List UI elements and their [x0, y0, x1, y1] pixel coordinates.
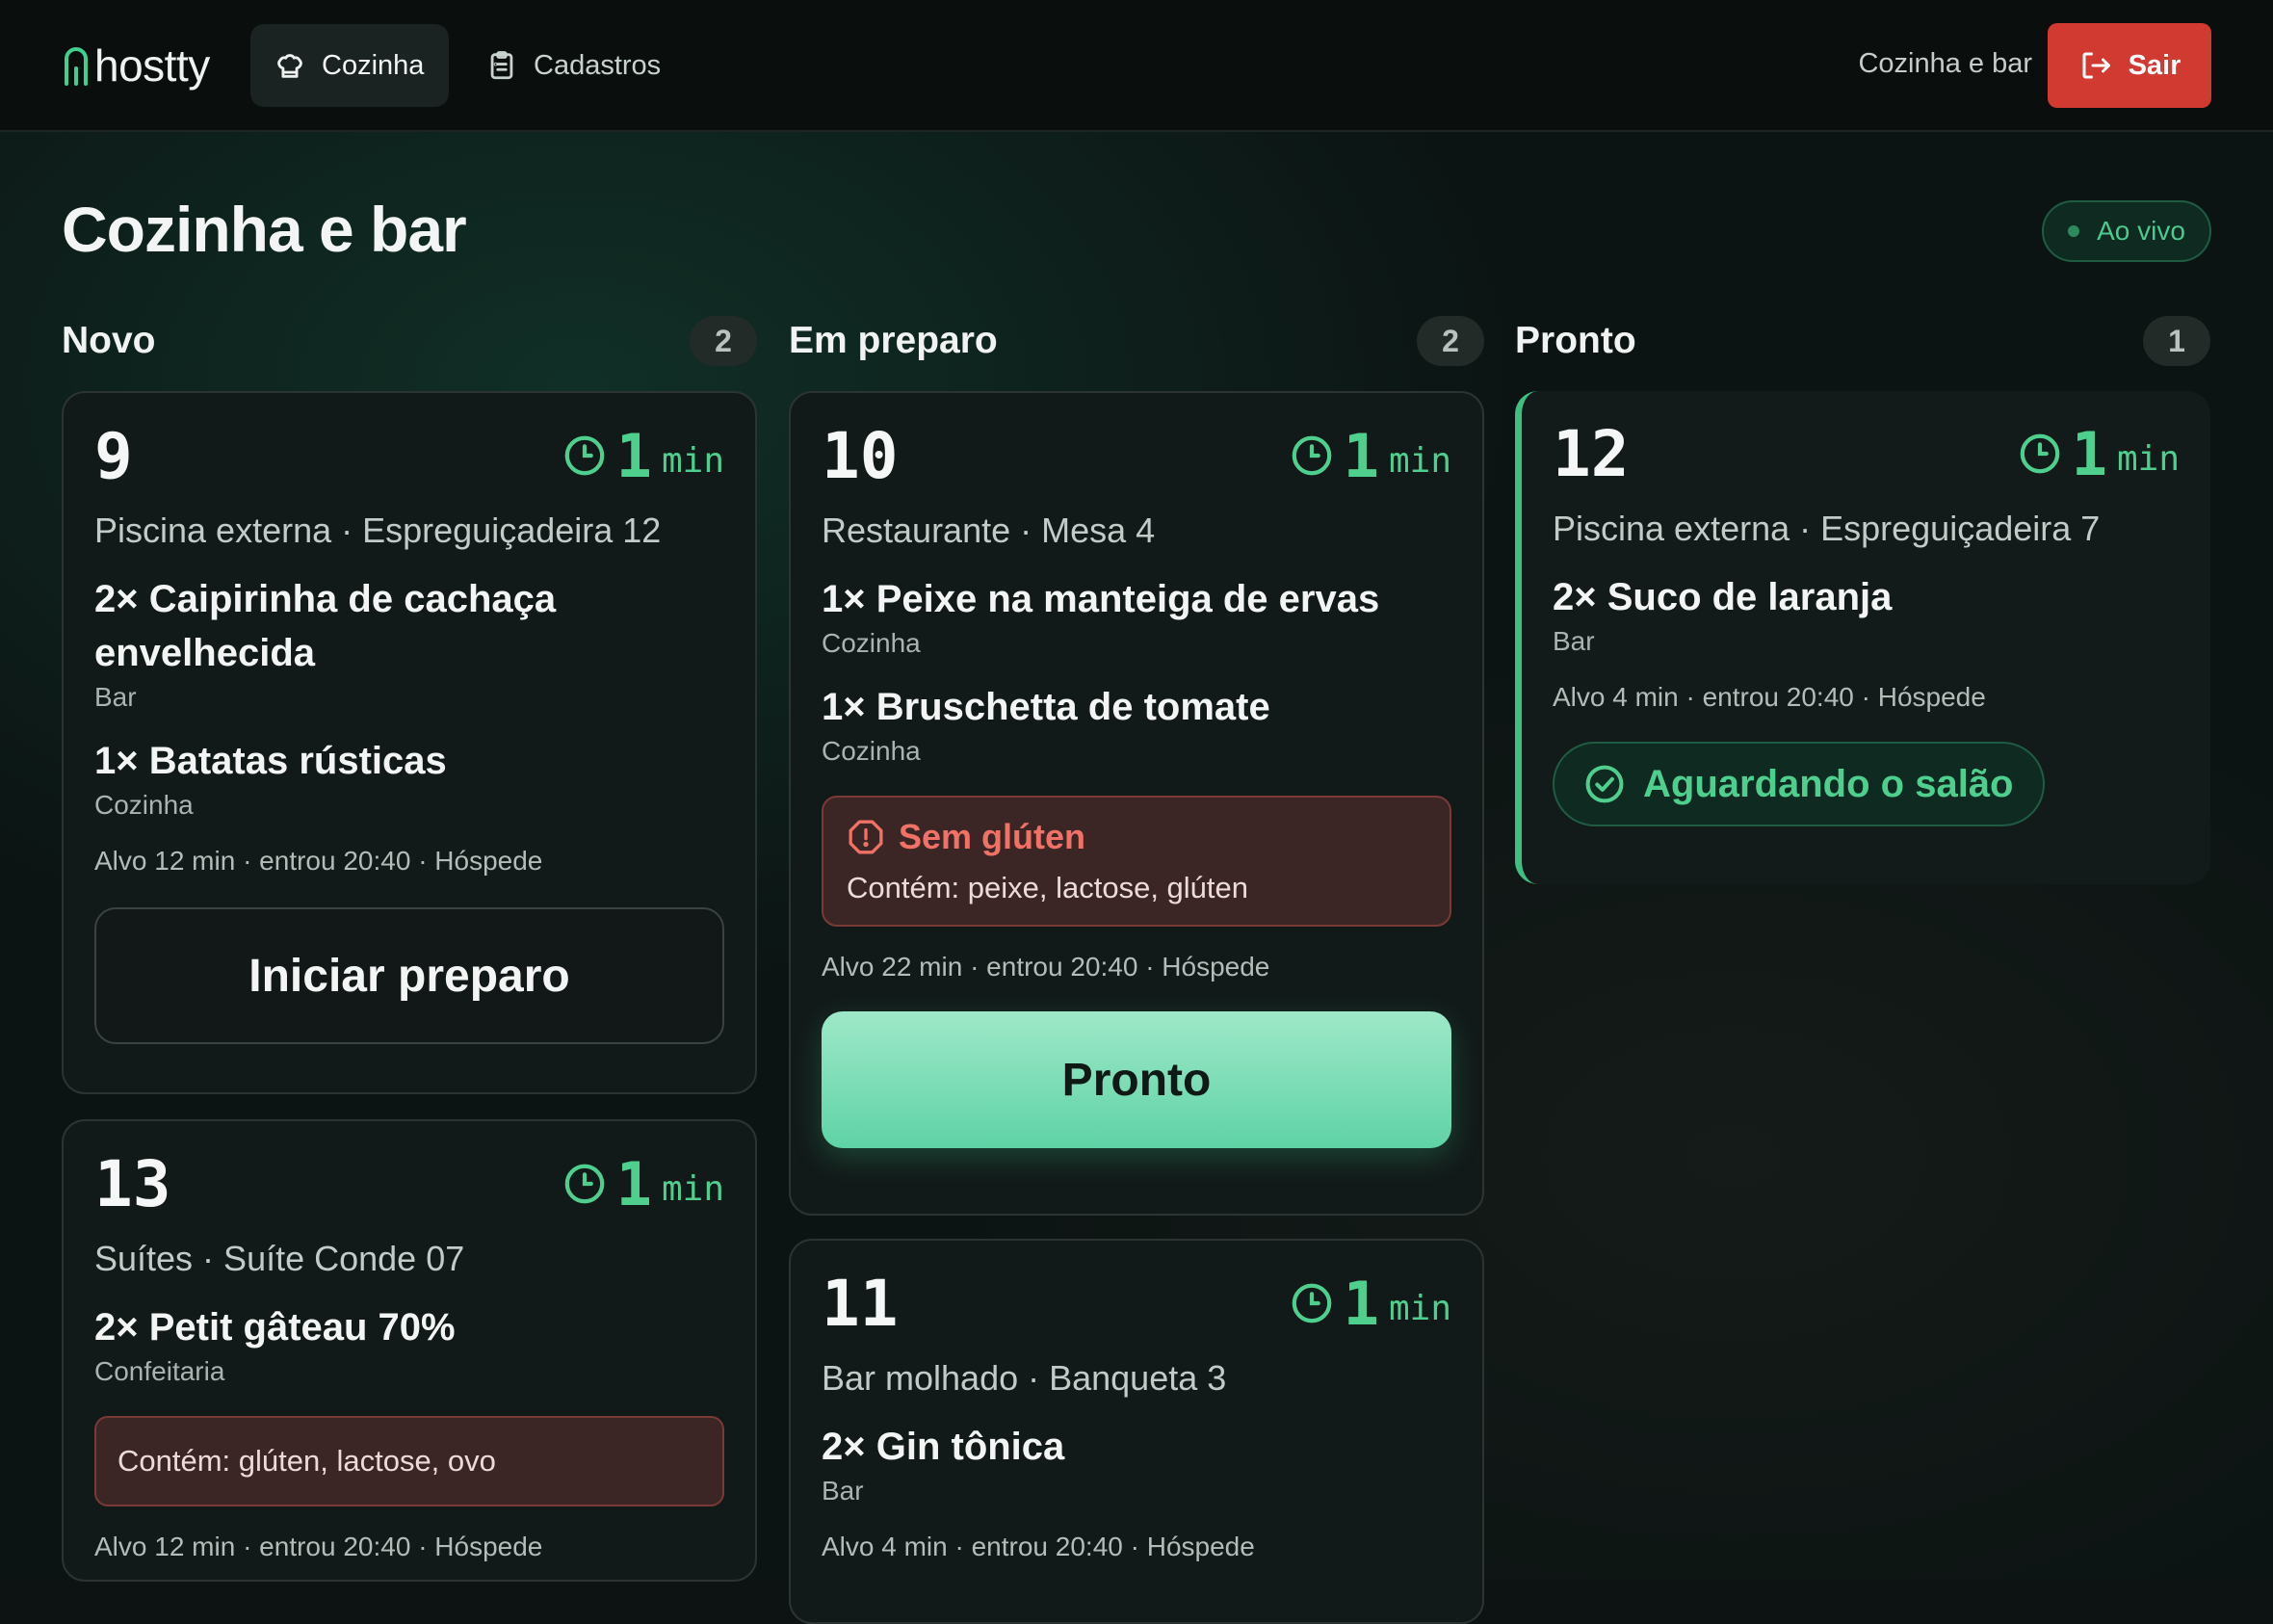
- clock-icon: [2020, 433, 2059, 474]
- exit-button[interactable]: Sair: [2048, 23, 2211, 108]
- timer-value: 1: [615, 420, 652, 491]
- allergy-alert: Sem glúten Contém: peixe, lactose, glúte…: [822, 796, 1451, 927]
- order-meta: Alvo 4 min · entrou 20:40 · Hóspede: [1553, 682, 1986, 712]
- order-number: 13: [94, 1146, 171, 1221]
- order-location: Piscina externa · Espreguiçadeira 7: [1553, 509, 2101, 548]
- clock-icon: [564, 1164, 604, 1204]
- column-header: Novo 2: [62, 308, 757, 374]
- chef-hat-icon: [277, 54, 302, 78]
- timer: 1 min: [1290, 1269, 1451, 1339]
- column-header: Em preparo 2: [789, 308, 1484, 374]
- timer-value: 1: [1343, 1268, 1379, 1339]
- column-header: Pronto 1: [1515, 308, 2210, 374]
- order-location: Bar molhado · Banqueta 3: [822, 1358, 1227, 1398]
- column-title: Em preparo: [789, 320, 998, 361]
- item-name: 1× Batatas rústicas: [94, 740, 447, 782]
- waiting-status: Aguardando o salão: [1553, 742, 2045, 826]
- clock-icon: [1292, 1283, 1331, 1323]
- start-prep-button[interactable]: Iniciar preparo: [94, 907, 724, 1044]
- order-meta: Alvo 22 min · entrou 20:40 · Hóspede: [822, 952, 1270, 982]
- nav-kitchen-label: Cozinha: [322, 49, 425, 81]
- logo-text: hostty: [94, 40, 210, 91]
- order-card[interactable]: 12 1 min Piscina externa · Espreguiçadei…: [1515, 391, 2210, 884]
- nav-kitchen[interactable]: Cozinha: [250, 24, 449, 107]
- column-in-progress: Em preparo 2 10 1 min Restaurante · Mesa…: [789, 308, 1484, 1624]
- timer-value: 1: [615, 1148, 652, 1219]
- alert-octagon-icon: [849, 820, 883, 854]
- mark-ready-button[interactable]: Pronto: [822, 1011, 1451, 1148]
- allergen-notice: Contém: glúten, lactose, ovo: [94, 1416, 724, 1506]
- item-name: 2× Caipirinha de cachaça envelhecida: [94, 578, 557, 674]
- item-station: Bar: [1553, 626, 1595, 656]
- allergy-text: Contém: peixe, lactose, glúten: [847, 871, 1249, 904]
- timer: 1 min: [562, 1149, 724, 1219]
- nav-registry[interactable]: Cadastros: [462, 24, 684, 107]
- live-badge: Ao vivo: [2042, 200, 2211, 262]
- order-number: 12: [1553, 416, 1630, 491]
- live-dot-icon: [2068, 225, 2080, 237]
- item-name: 2× Gin tônica: [822, 1426, 1065, 1468]
- item-station: Cozinha: [822, 628, 921, 658]
- timer-unit: min: [661, 1168, 724, 1209]
- order-number: 9: [94, 418, 133, 493]
- timer-value: 1: [2071, 418, 2107, 489]
- allergy-title: Sem glúten: [899, 817, 1086, 856]
- timer-unit: min: [661, 440, 724, 481]
- page-title: Cozinha e bar: [62, 194, 467, 265]
- column-count-badge: 2: [690, 316, 757, 366]
- column-ready: Pronto 1 12 1 min Piscina externa · Espr…: [1515, 308, 2210, 884]
- logo[interactable]: hostty: [62, 37, 210, 94]
- order-location: Restaurante · Mesa 4: [822, 511, 1156, 550]
- check-circle-icon: [1585, 765, 1624, 803]
- order-meta: Alvo 12 min · entrou 20:40 · Hóspede: [94, 1532, 543, 1561]
- column-new: Novo 2 9 1 min Piscina externa · Espregu…: [62, 308, 757, 1582]
- column-count-badge: 1: [2143, 316, 2210, 366]
- timer-value: 1: [1343, 420, 1379, 491]
- item-station: Bar: [94, 682, 137, 712]
- order-meta: Alvo 4 min · entrou 20:40 · Hóspede: [822, 1532, 1255, 1561]
- logout-icon: [2082, 52, 2110, 79]
- live-label: Ao vivo: [2097, 216, 2185, 246]
- nav-registry-label: Cadastros: [534, 49, 662, 81]
- exit-label: Sair: [2128, 49, 2182, 81]
- item-name: 1× Peixe na manteiga de ervas: [822, 578, 1380, 620]
- item-station: Cozinha: [822, 736, 921, 766]
- item-station: Bar: [822, 1476, 864, 1506]
- clipboard-icon: [490, 51, 513, 80]
- item-station: Confeitaria: [94, 1356, 225, 1386]
- order-card[interactable]: 10 1 min Restaurante · Mesa 4 1× Peixe n…: [789, 391, 1484, 1216]
- timer: 1 min: [562, 421, 724, 491]
- order-meta: Alvo 12 min · entrou 20:40 · Hóspede: [94, 846, 543, 876]
- column-count-badge: 2: [1417, 316, 1484, 366]
- order-number: 11: [822, 1266, 899, 1341]
- item-name: 2× Petit gâteau 70%: [94, 1306, 456, 1349]
- order-location: Piscina externa · Espreguiçadeira 12: [94, 511, 662, 550]
- order-number: 10: [822, 418, 899, 493]
- clock-icon: [1292, 435, 1331, 476]
- item-station: Cozinha: [94, 790, 194, 820]
- timer-unit: min: [1388, 440, 1451, 481]
- order-card[interactable]: 13 1 min Suítes · Suíte Conde 07 2× Peti…: [62, 1119, 757, 1582]
- timer-unit: min: [2116, 438, 2180, 479]
- timer-unit: min: [1388, 1288, 1451, 1328]
- context-label: Cozinha e bar: [1858, 48, 2032, 79]
- column-title: Novo: [62, 320, 156, 361]
- clock-icon: [564, 435, 604, 476]
- logo-icon: [65, 47, 88, 86]
- waiting-label: Aguardando o salão: [1643, 762, 2014, 805]
- order-card[interactable]: 11 1 min Bar molhado · Banqueta 3 2× Gin…: [789, 1239, 1484, 1624]
- item-name: 1× Bruschetta de tomate: [822, 686, 1270, 728]
- order-card[interactable]: 9 1 min Piscina externa · Espreguiçadeir…: [62, 391, 757, 1094]
- order-location: Suítes · Suíte Conde 07: [94, 1239, 465, 1278]
- item-name: 2× Suco de laranja: [1553, 576, 1893, 618]
- top-bar: hostty Cozinha Cadastros Cozinha e bar S…: [0, 0, 2273, 132]
- timer: 1 min: [2018, 419, 2180, 489]
- column-title: Pronto: [1515, 320, 1636, 361]
- timer: 1 min: [1290, 421, 1451, 491]
